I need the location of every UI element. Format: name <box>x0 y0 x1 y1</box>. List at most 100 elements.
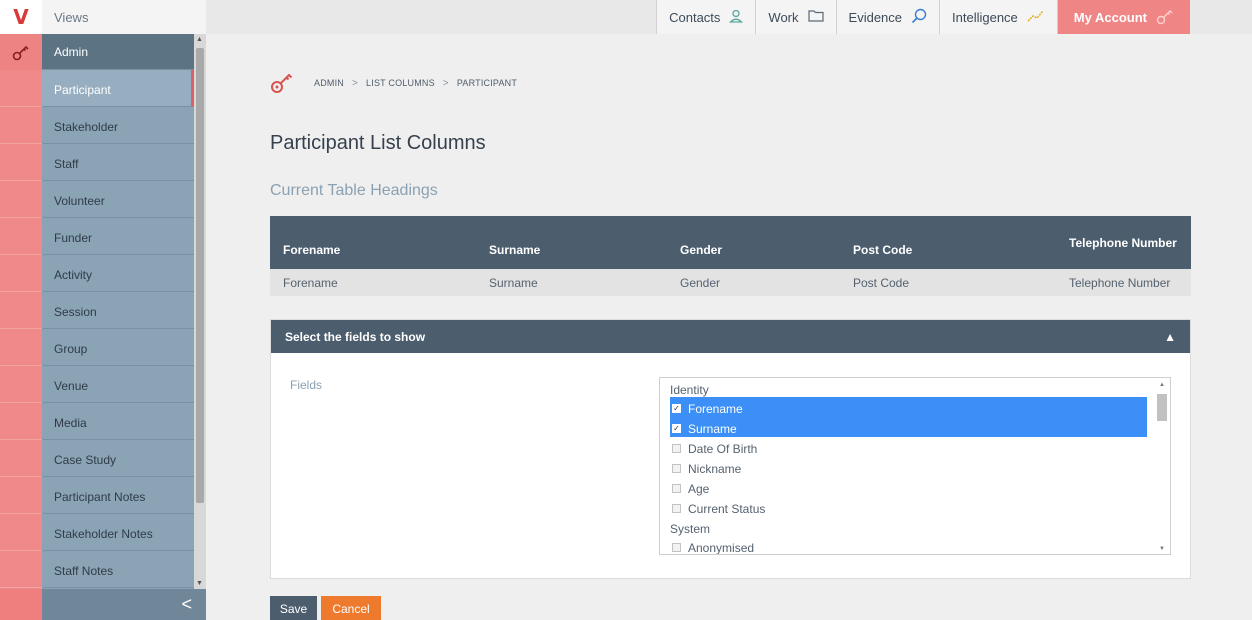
nav-work-label: Work <box>768 9 799 25</box>
sidebar-scroll-thumb[interactable] <box>196 48 204 503</box>
option-group-label: System <box>670 522 711 536</box>
nav-contacts[interactable]: Contacts <box>656 0 756 34</box>
nav-my-account[interactable]: My Account <box>1056 0 1190 34</box>
breadcrumb-separator: > <box>442 77 449 89</box>
sidebar-item-session[interactable]: Session <box>42 292 194 329</box>
option-label: Age <box>688 481 710 496</box>
sidebar: Views Admin Participant Stakeholder Staf… <box>42 0 206 620</box>
panel-header[interactable]: Select the fields to show ▲ <box>271 320 1190 353</box>
sidebar-item-stakeholder-notes[interactable]: Stakeholder Notes <box>42 514 194 551</box>
checkbox-icon[interactable] <box>672 484 681 493</box>
logo-letter: V <box>13 5 29 29</box>
checkbox-checked-icon[interactable]: ✓ <box>672 424 681 433</box>
table-cell: Surname <box>476 269 667 296</box>
table-header-row: Forename Surname Gender Post Code Teleph… <box>270 216 1191 269</box>
sidebar-item-participant[interactable]: Participant <box>42 70 194 107</box>
column-header: Post Code <box>840 216 1056 269</box>
person-icon <box>729 9 744 26</box>
breadcrumb-separator: > <box>352 77 359 89</box>
cancel-button[interactable]: Cancel <box>321 596 381 620</box>
checkbox-icon[interactable] <box>672 444 681 453</box>
scroll-up-icon[interactable]: ▲ <box>196 36 203 43</box>
sidebar-collapse-button[interactable]: < <box>42 589 206 620</box>
sidebar-list: Admin Participant Stakeholder Staff Volu… <box>42 34 194 589</box>
rail-rows <box>0 70 42 588</box>
fields-label: Fields <box>290 378 323 392</box>
sidebar-item-staff[interactable]: Staff <box>42 144 194 181</box>
sidebar-item-admin[interactable]: Admin <box>42 34 194 70</box>
column-header: Forename <box>270 216 476 269</box>
chevron-up-icon[interactable]: ▲ <box>1164 330 1176 344</box>
current-headings-table: Forename Surname Gender Post Code Teleph… <box>270 216 1191 296</box>
table-cell: Gender <box>667 269 840 296</box>
option-date-of-birth[interactable]: Date Of Birth <box>660 437 1137 457</box>
option-current-status[interactable]: Current Status <box>660 497 1137 517</box>
sidebar-item-funder[interactable]: Funder <box>42 218 194 255</box>
column-header: Gender <box>667 216 840 269</box>
table-cell: Telephone Number <box>1056 269 1191 296</box>
option-label: Current Status <box>688 501 766 516</box>
option-label: Nickname <box>688 461 742 476</box>
nav-my-account-label: My Account <box>1073 9 1147 25</box>
left-rail: V <box>0 0 42 620</box>
nav-intelligence-label: Intelligence <box>952 9 1018 25</box>
breadcrumb-admin[interactable]: ADMIN <box>314 78 344 88</box>
main-content: ADMIN > LIST COLUMNS > PARTICIPANT Parti… <box>206 34 1252 620</box>
sidebar-item-volunteer[interactable]: Volunteer <box>42 181 194 218</box>
checkbox-icon[interactable] <box>672 543 681 552</box>
sidebar-item-media[interactable]: Media <box>42 403 194 440</box>
sidebar-item-staff-notes[interactable]: Staff Notes <box>42 551 194 588</box>
table-cell: Forename <box>270 269 476 296</box>
sidebar-item-venue[interactable]: Venue <box>42 366 194 403</box>
nav-contacts-label: Contacts <box>669 9 721 25</box>
option-nickname[interactable]: Nickname <box>660 457 1137 477</box>
app-logo[interactable]: V <box>0 0 42 34</box>
breadcrumb-participant: PARTICIPANT <box>456 78 518 88</box>
scroll-down-icon[interactable]: ▼ <box>1159 546 1165 552</box>
sidebar-item-case-study[interactable]: Case Study <box>42 440 194 477</box>
option-forename[interactable]: ✓ Forename <box>670 397 1147 417</box>
nav-evidence-label: Evidence <box>848 9 903 25</box>
chart-line-icon <box>1027 9 1045 26</box>
option-label: Anonymised <box>688 540 755 555</box>
nav-evidence[interactable]: Evidence <box>835 0 940 34</box>
option-anonymised[interactable]: Anonymised <box>660 536 1137 555</box>
option-label: Date Of Birth <box>688 441 758 456</box>
column-header: Telephone Number <box>1056 216 1191 269</box>
option-surname[interactable]: ✓ Surname <box>670 417 1147 437</box>
option-label: Surname <box>688 421 737 436</box>
sidebar-scrollbar[interactable]: ▲ ▼ <box>194 34 206 589</box>
field-selection-panel: Select the fields to show ▲ Fields Ident… <box>270 319 1191 579</box>
table-row: Forename Surname Gender Post Code Teleph… <box>270 269 1191 296</box>
folder-icon <box>807 9 824 25</box>
column-header: Surname <box>476 216 667 269</box>
checkbox-checked-icon[interactable]: ✓ <box>672 404 681 413</box>
scroll-down-icon[interactable]: ▼ <box>196 580 203 587</box>
save-button[interactable]: Save <box>270 596 317 620</box>
page-title: Participant List Columns <box>270 132 486 154</box>
checkbox-icon[interactable] <box>672 504 681 513</box>
breadcrumb: ADMIN > LIST COLUMNS > PARTICIPANT <box>270 70 517 96</box>
nav-intelligence[interactable]: Intelligence <box>939 0 1057 34</box>
sidebar-item-stakeholder[interactable]: Stakeholder <box>42 107 194 144</box>
sidebar-item-activity[interactable]: Activity <box>42 255 194 292</box>
scroll-up-icon[interactable]: ▲ <box>1159 382 1165 388</box>
fields-multiselect[interactable]: Identity ✓ Forename ✓ Surname Date Of Birt… <box>659 377 1171 555</box>
top-nav: Contacts Work Evidence Intelligence My A… <box>206 0 1252 34</box>
option-label: Forename <box>688 401 743 416</box>
chevron-left-icon: < <box>181 594 192 614</box>
multiselect-scrollbar[interactable]: ▲ ▼ <box>1154 378 1170 554</box>
checkbox-icon[interactable] <box>672 464 681 473</box>
sidebar-item-group[interactable]: Group <box>42 329 194 366</box>
table-cell: Post Code <box>840 269 1056 296</box>
option-age[interactable]: Age <box>660 477 1137 497</box>
sidebar-item-participant-notes[interactable]: Participant Notes <box>42 477 194 514</box>
option-group-label: Identity <box>670 383 709 397</box>
nav-work[interactable]: Work <box>755 0 836 34</box>
views-label[interactable]: Views <box>42 0 206 34</box>
key-icon <box>0 34 42 70</box>
multiselect-scroll-thumb[interactable] <box>1157 394 1167 421</box>
magnifier-icon <box>911 8 927 27</box>
section-subtitle: Current Table Headings <box>270 182 438 199</box>
breadcrumb-list-columns[interactable]: LIST COLUMNS <box>366 78 435 88</box>
